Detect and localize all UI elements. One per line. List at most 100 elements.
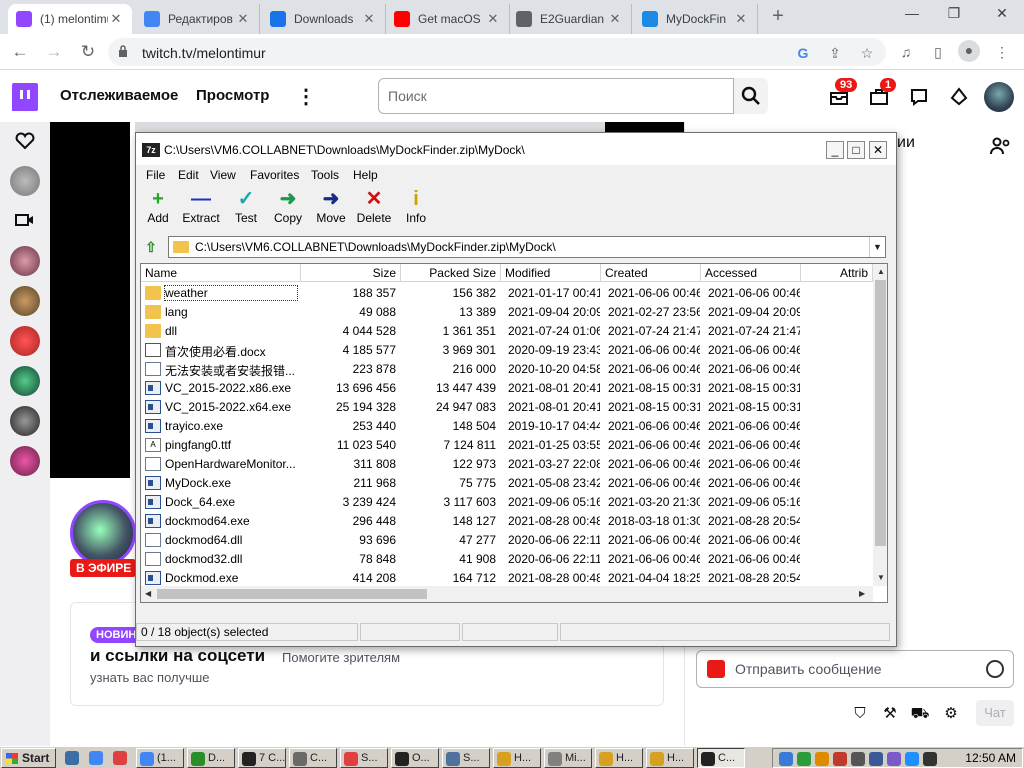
video-player[interactable]	[50, 122, 130, 478]
file-row[interactable]: MyDock.exe 211 968 75 775 2021-05-08 23:42 2…	[141, 474, 873, 493]
tab-close-icon[interactable]: ✕	[607, 11, 623, 27]
tray-app-icon[interactable]	[815, 752, 829, 766]
menu-edit[interactable]: Edit	[178, 168, 199, 182]
file-row[interactable]: dll 4 044 528 1 361 351 2021-07-24 01:06 202…	[141, 322, 873, 341]
info-button[interactable]: i Info	[394, 187, 438, 225]
streamer-avatar[interactable]	[70, 500, 136, 566]
file-row[interactable]: trayico.exe 253 440 148 504 2019-10-17 04:4…	[141, 417, 873, 436]
user-avatar[interactable]	[984, 82, 1014, 112]
sidebar-channel-avatar[interactable]	[10, 286, 40, 316]
menu-view[interactable]: View	[210, 168, 236, 182]
chevron-down-icon[interactable]: ▼	[869, 237, 885, 257]
extract-button[interactable]: — Extract	[179, 187, 223, 225]
column-header-attrib[interactable]: Attrib	[801, 264, 873, 282]
add-button[interactable]: + Add	[136, 187, 180, 225]
chat-send-button[interactable]: Чат	[976, 700, 1014, 726]
7zip-title-bar[interactable]: 7z C:\Users\VM6.COLLABNET\Downloads\MyDo…	[136, 133, 896, 165]
scroll-down-icon[interactable]: ▼	[877, 573, 885, 582]
search-button[interactable]	[734, 78, 768, 114]
tab-close-icon[interactable]: ✕	[485, 11, 501, 27]
tab-close-icon[interactable]: ✕	[235, 11, 251, 27]
copy-button[interactable]: ➜ Copy	[266, 187, 310, 225]
mod-tools-icon[interactable]: ⚒	[880, 704, 900, 724]
address-bar[interactable]: twitch.tv/melontimur G ⇪ ☆	[108, 38, 886, 66]
browser-tab[interactable]: Редактиров ✕	[136, 4, 260, 34]
taskbar-task[interactable]: C...	[697, 748, 745, 768]
taskbar-task[interactable]: S...	[442, 748, 490, 768]
move-button[interactable]: ➜ Move	[309, 187, 353, 225]
file-row[interactable]: lang 49 088 13 389 2021-09-04 20:09 2021-02-…	[141, 303, 873, 322]
7zip-maximize-button[interactable]: □	[847, 141, 865, 159]
browser-tab[interactable]: (1) melontimur✕	[8, 4, 132, 34]
tray-app-icon[interactable]	[833, 752, 847, 766]
7zip-minimize-button[interactable]: _	[826, 141, 844, 159]
menu-favorites[interactable]: Favorites	[250, 168, 299, 182]
quick-launch-icon[interactable]	[86, 748, 108, 768]
taskbar-task[interactable]: (1...	[136, 748, 184, 768]
video-camera-icon[interactable]	[15, 212, 35, 228]
column-header-size[interactable]: Size	[301, 264, 401, 282]
tray-volume-icon[interactable]	[923, 752, 937, 766]
file-row[interactable]: Apingfang0.ttf 11 023 540 7 124 811 2021-01…	[141, 436, 873, 455]
chrome-menu-icon[interactable]: ⋮	[992, 42, 1012, 62]
vertical-scrollbar[interactable]: ▲ ▼	[873, 264, 887, 586]
sidebar-channel-avatar[interactable]	[10, 166, 40, 196]
emote-picker-icon[interactable]	[986, 660, 1004, 678]
start-button[interactable]: Start	[1, 748, 56, 768]
file-row[interactable]: weather 188 357 156 382 2021-01-17 00:41 202…	[141, 284, 873, 303]
column-header-name[interactable]: Name	[141, 264, 301, 282]
tab-close-icon[interactable]: ✕	[733, 11, 749, 27]
cart-icon[interactable]: ⛟	[910, 704, 930, 724]
more-menu-icon[interactable]: ⋮	[296, 84, 316, 109]
sidebar-channel-avatar[interactable]	[10, 366, 40, 396]
google-lens-icon[interactable]: G	[794, 44, 812, 62]
whispers-icon[interactable]	[908, 86, 930, 108]
close-window-button[interactable]: ✕	[988, 5, 1016, 22]
file-row[interactable]: VC_2015-2022.x64.exe 25 194 328 24 947 083…	[141, 398, 873, 417]
chat-settings-gear-icon[interactable]: ⚙	[941, 704, 961, 724]
forward-button[interactable]: →	[42, 40, 66, 64]
quick-launch-icon[interactable]	[62, 748, 84, 768]
taskbar-task[interactable]: D...	[187, 748, 235, 768]
nav-following[interactable]: Отслеживаемое	[60, 87, 178, 104]
search-input[interactable]: Поиск	[378, 78, 734, 114]
quick-launch-icon[interactable]	[110, 748, 132, 768]
new-tab-button[interactable]: +	[766, 5, 790, 28]
test-button[interactable]: ✓ Test	[224, 187, 268, 225]
profile-avatar-icon[interactable]: ●	[958, 40, 980, 62]
tray-steam-icon[interactable]	[869, 752, 883, 766]
file-row[interactable]: dockmod64.dll 93 696 47 277 2020-06-06 22:1…	[141, 531, 873, 550]
sidebar-channel-avatar[interactable]	[10, 446, 40, 476]
browser-tab[interactable]: Downloads ✕	[262, 4, 386, 34]
scroll-left-icon[interactable]: ◀	[145, 589, 151, 598]
media-control-icon[interactable]: ♫	[896, 42, 916, 62]
up-folder-icon[interactable]: ⇧	[140, 237, 162, 257]
taskbar-task[interactable]: H...	[595, 748, 643, 768]
browser-tab[interactable]: Get macOS ✕	[386, 4, 510, 34]
file-row[interactable]: VC_2015-2022.x86.exe 13 696 456 13 447 439…	[141, 379, 873, 398]
7zip-close-button[interactable]: ✕	[869, 141, 887, 159]
taskbar-task[interactable]: S...	[340, 748, 388, 768]
reload-button[interactable]: ↻	[76, 40, 100, 64]
side-panel-icon[interactable]: ▯	[928, 42, 948, 62]
file-row[interactable]: dockmod64.exe 296 448 148 127 2021-08-28 00…	[141, 512, 873, 531]
column-header-accessed[interactable]: Accessed	[701, 264, 801, 282]
chat-input[interactable]: Отправить сообщение	[696, 650, 1014, 688]
horizontal-scroll-thumb[interactable]	[157, 589, 427, 599]
browser-tab[interactable]: E2Guardian ✕	[508, 4, 632, 34]
vertical-scroll-thumb[interactable]	[875, 280, 886, 546]
minimize-button[interactable]: —	[898, 5, 926, 21]
browser-tab[interactable]: MyDockFin ✕	[634, 4, 758, 34]
community-icon[interactable]	[990, 136, 1012, 156]
scroll-up-icon[interactable]: ▲	[877, 267, 885, 276]
file-row[interactable]: dockmod32.dll 78 848 41 908 2020-06-06 22:1…	[141, 550, 873, 569]
7zip-address-bar[interactable]: C:\Users\VM6.COLLABNET\Downloads\MyDockF…	[168, 236, 886, 258]
nav-browse[interactable]: Просмотр	[196, 87, 269, 104]
column-header-modified[interactable]: Modified	[501, 264, 601, 282]
taskbar-task[interactable]: O...	[391, 748, 439, 768]
menu-tools[interactable]: Tools	[311, 168, 339, 182]
menu-help[interactable]: Help	[353, 168, 378, 182]
twitch-logo-icon[interactable]	[12, 83, 38, 111]
share-icon[interactable]: ⇪	[826, 44, 844, 62]
sidebar-channel-avatar[interactable]	[10, 406, 40, 436]
